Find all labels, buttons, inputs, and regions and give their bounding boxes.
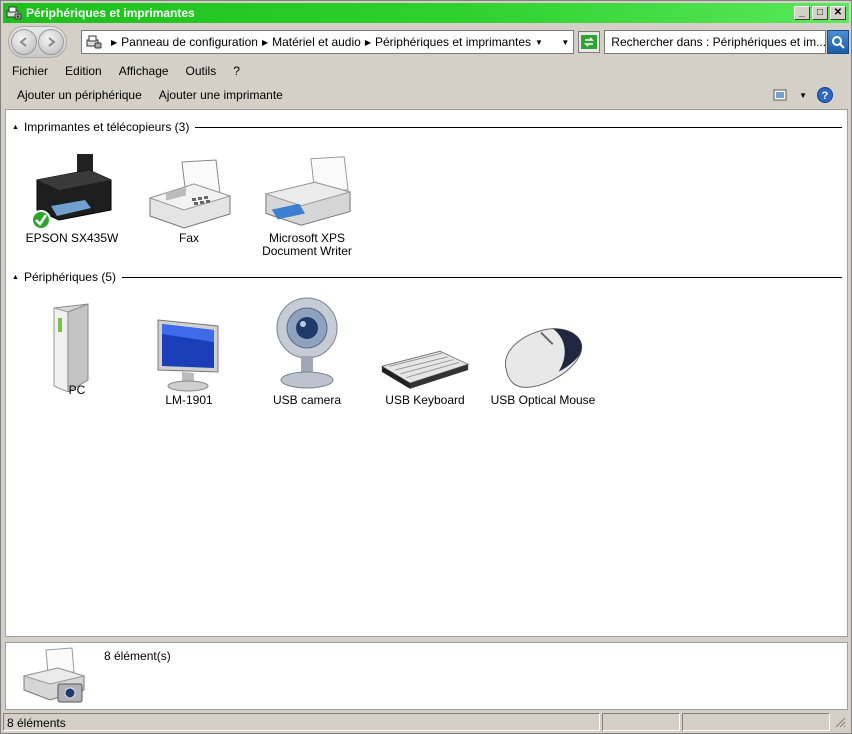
explorer-window: Périphériques et imprimantes _ □ ✕ ▶ Pan… — [0, 0, 852, 734]
command-bar: Ajouter un périphérique Ajouter une impr… — [3, 83, 849, 107]
devices-printers-icon — [22, 647, 86, 703]
chevron-right-icon[interactable]: ▶ — [365, 38, 371, 47]
device-label: USB Optical Mouse — [490, 393, 596, 407]
printer-default-icon — [31, 154, 112, 230]
menu-help[interactable]: ? — [224, 64, 248, 78]
svg-text:?: ? — [822, 90, 829, 102]
menu-outils[interactable]: Outils — [177, 64, 225, 78]
details-pane: 8 élément(s) — [5, 642, 848, 710]
mouse-icon — [505, 328, 583, 388]
device-item-pc[interactable]: PC — [22, 302, 132, 397]
back-button[interactable] — [11, 29, 37, 55]
status-text: 8 éléments — [3, 713, 600, 731]
address-bar: ▶ Panneau de configuration ▶ Matériel et… — [3, 25, 849, 59]
status-cell — [682, 713, 830, 731]
address-field[interactable]: ▶ Panneau de configuration ▶ Matériel et… — [81, 30, 575, 54]
menu-fichier[interactable]: Fichier — [3, 64, 56, 78]
device-item-fax[interactable]: Fax — [134, 150, 244, 245]
title-bar[interactable]: Périphériques et imprimantes _ □ ✕ — [3, 3, 849, 23]
pc-tower-icon — [53, 303, 89, 392]
menu-bar: Fichier Edition Affichage Outils ? — [3, 61, 849, 81]
forward-button[interactable] — [38, 29, 64, 55]
crumb-devices-printers[interactable]: Périphériques et imprimantes — [375, 35, 531, 49]
crumb-hardware-audio[interactable]: Matériel et audio — [272, 35, 361, 49]
status-bar: 8 éléments — [3, 712, 849, 732]
device-label: Microsoft XPS Document Writer — [262, 231, 352, 258]
address-history-dropdown[interactable]: ▼ — [561, 38, 569, 47]
close-icon: ✕ — [833, 7, 843, 18]
search-button[interactable] — [827, 30, 849, 54]
minimize-button[interactable]: _ — [794, 6, 810, 20]
status-cell — [602, 713, 680, 731]
keyboard-icon — [380, 350, 470, 389]
group-divider — [195, 126, 842, 128]
maximize-icon: □ — [816, 7, 824, 18]
maximize-button[interactable]: □ — [812, 6, 828, 20]
group-printers-label: Imprimantes et télécopieurs (3) — [23, 120, 190, 134]
device-item-xps[interactable]: Microsoft XPS Document Writer — [252, 150, 362, 258]
add-device-button[interactable]: Ajouter un périphérique — [3, 88, 150, 102]
group-devices-label: Périphériques (5) — [23, 270, 116, 284]
device-item-epson[interactable]: EPSON SX435W — [17, 150, 127, 245]
webcam-icon — [276, 297, 338, 389]
items-view: ▲ Imprimantes et télécopieurs (3) EPSON … — [5, 109, 848, 637]
collapse-icon[interactable]: ▲ — [12, 124, 19, 131]
xps-printer-icon — [264, 156, 352, 226]
crumb-control-panel[interactable]: Panneau de configuration — [121, 35, 258, 49]
arrow-left-icon — [19, 37, 27, 47]
device-item-keyboard[interactable]: USB Keyboard — [370, 302, 480, 407]
breadcrumb: ▶ Panneau de configuration ▶ Matériel et… — [107, 35, 547, 49]
collapse-icon[interactable]: ▲ — [12, 274, 19, 281]
group-printers-header[interactable]: ▲ Imprimantes et télécopieurs (3) — [12, 120, 842, 134]
refresh-icon — [581, 35, 598, 49]
devices-printers-icon — [86, 35, 102, 49]
view-options-dropdown[interactable]: ▼ — [799, 91, 807, 100]
window-title: Périphériques et imprimantes — [26, 6, 195, 20]
chevron-right-icon[interactable]: ▶ — [111, 38, 117, 47]
refresh-button[interactable] — [578, 31, 601, 53]
item-count: 8 élément(s) — [104, 649, 171, 663]
close-button[interactable]: ✕ — [830, 6, 846, 20]
monitor-icon — [157, 319, 219, 392]
search-icon — [832, 36, 845, 49]
minimize-icon: _ — [799, 7, 805, 18]
nav-buttons — [8, 26, 67, 58]
help-icon[interactable]: ? — [817, 87, 833, 103]
change-view-icon[interactable] — [773, 88, 789, 102]
device-label: EPSON SX435W — [25, 231, 119, 245]
group-divider — [121, 276, 842, 278]
chevron-down-icon[interactable]: ▼ — [535, 38, 543, 47]
devices-printers-icon — [6, 6, 22, 20]
device-item-camera[interactable]: USB camera — [252, 292, 362, 407]
menu-affichage[interactable]: Affichage — [110, 64, 177, 78]
device-item-monitor[interactable]: LM-1901 — [134, 302, 244, 407]
fax-icon — [148, 159, 232, 229]
menu-edition[interactable]: Edition — [56, 64, 110, 78]
arrow-right-icon — [48, 37, 56, 47]
search-input[interactable]: Rechercher dans : Périphériques et im... — [604, 30, 827, 54]
add-printer-button[interactable]: Ajouter une imprimante — [150, 88, 291, 102]
chevron-right-icon[interactable]: ▶ — [262, 38, 268, 47]
device-label: USB Keyboard — [385, 393, 465, 407]
group-devices-header[interactable]: ▲ Périphériques (5) — [12, 270, 842, 284]
device-label: LM-1901 — [165, 393, 213, 407]
device-label: USB camera — [272, 393, 342, 407]
resize-grip-icon[interactable] — [834, 716, 846, 728]
device-label: Fax — [178, 231, 199, 245]
device-item-mouse[interactable]: USB Optical Mouse — [488, 302, 598, 407]
